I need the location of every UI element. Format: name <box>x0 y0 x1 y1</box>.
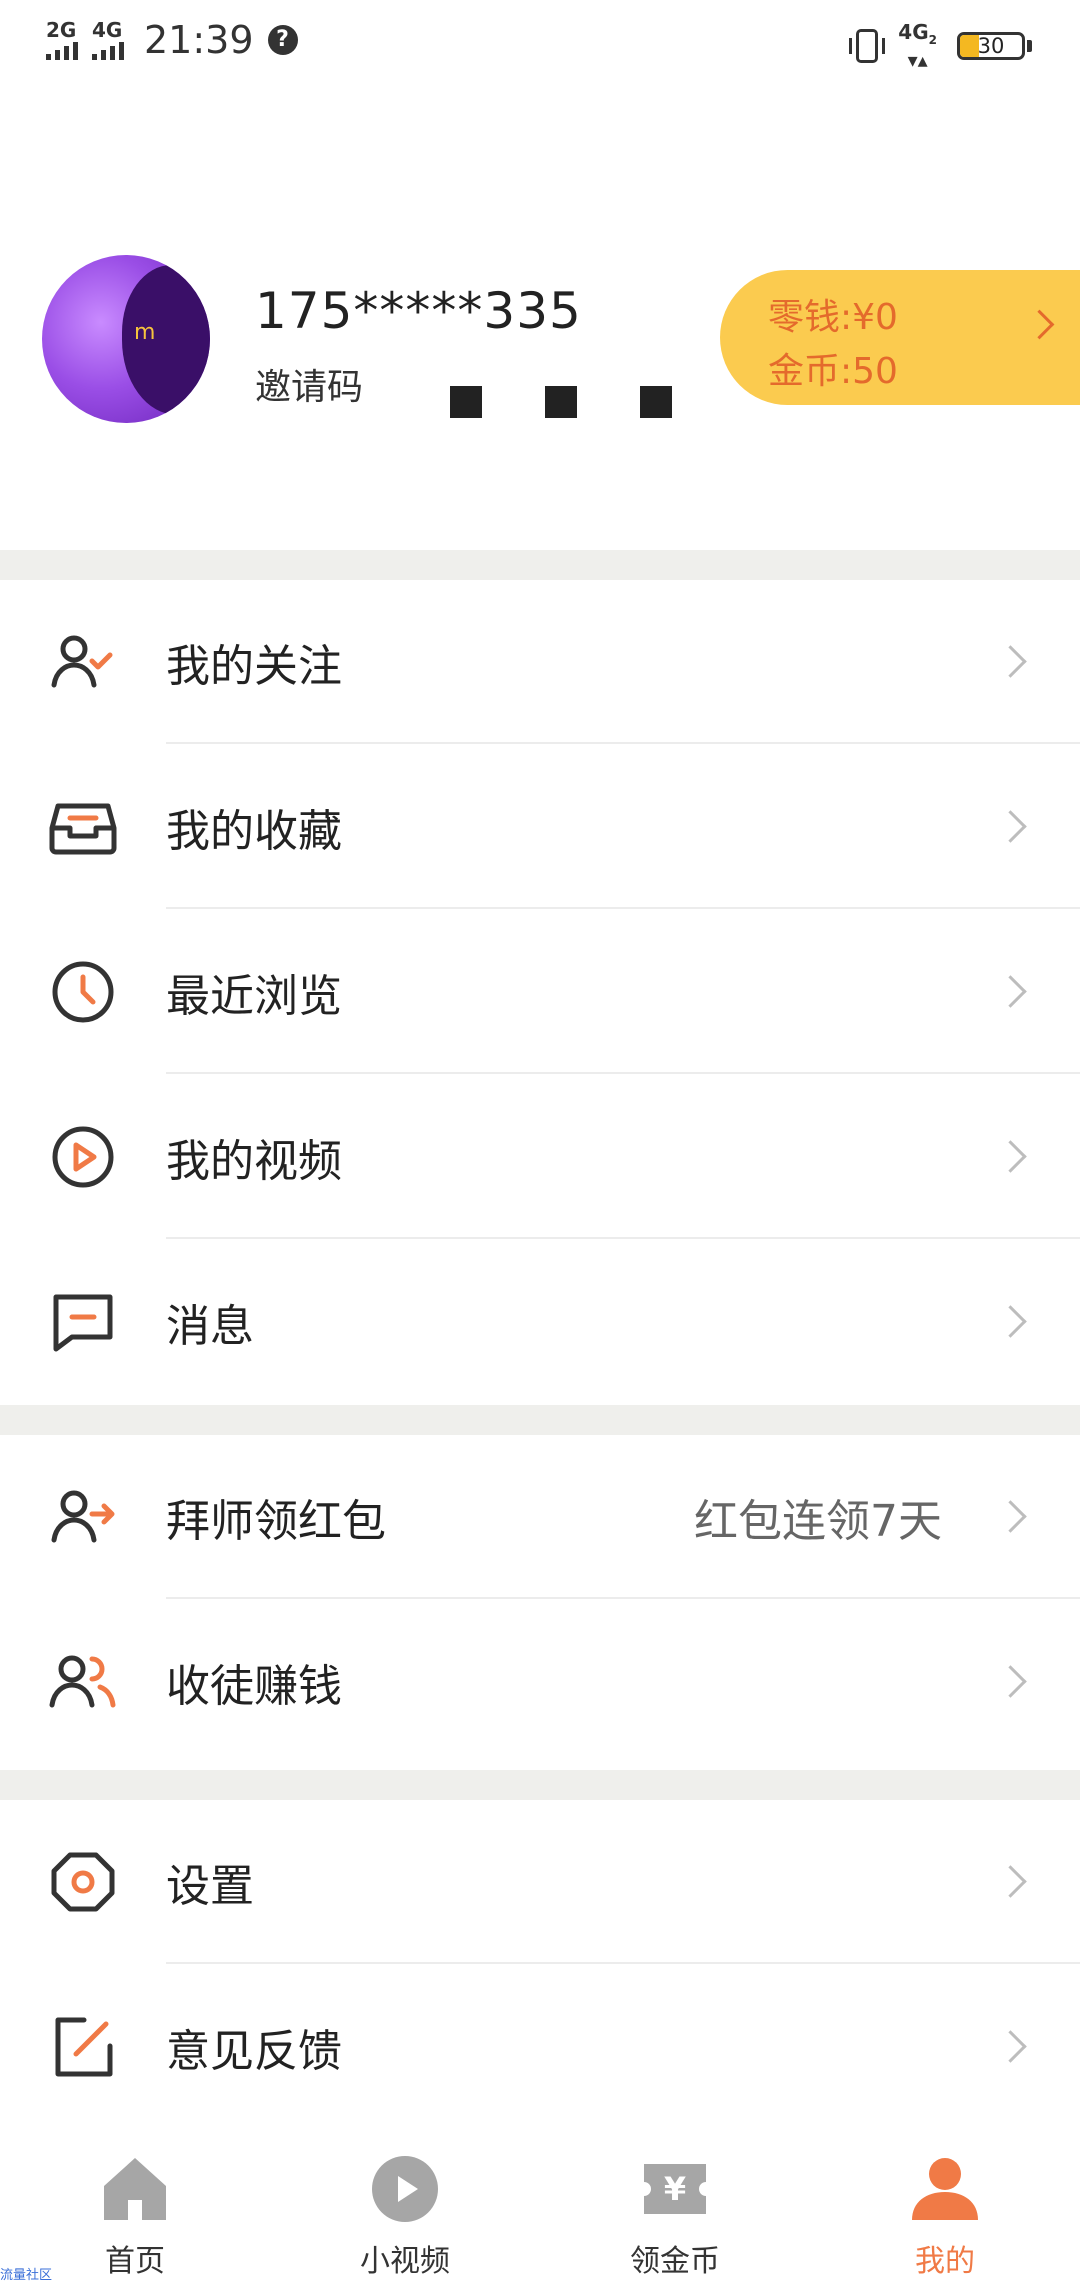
menu-item-hint: 红包连领7天 <box>694 1496 942 1547</box>
chevron-right-icon <box>994 1140 1027 1173</box>
inbox-icon <box>48 792 118 862</box>
row-separator <box>166 1072 1080 1074</box>
play-circle-icon <box>48 1122 118 1192</box>
menu-item-inbox[interactable]: 我的收藏 <box>0 745 1080 909</box>
nav-tab-play[interactable]: 小视频 <box>270 2118 540 2280</box>
menu-item-label: 我的关注 <box>166 641 342 692</box>
nav-tab-label: 小视频 <box>360 2244 450 2279</box>
battery-percent: 30 <box>977 34 1005 58</box>
play-icon <box>370 2154 440 2224</box>
wallet-card[interactable]: 零钱:¥0 金币:50 <box>720 270 1080 405</box>
nav-tab-label: 领金币 <box>630 2244 720 2279</box>
chevron-right-icon <box>994 1305 1027 1338</box>
menu-item-label: 最近浏览 <box>166 971 342 1022</box>
section-divider <box>0 1770 1080 1800</box>
battery-icon: 30 <box>957 32 1025 60</box>
menu-item-users[interactable]: 收徒赚钱 <box>0 1600 1080 1764</box>
user-check-icon <box>48 627 118 697</box>
chevron-right-icon <box>994 975 1027 1008</box>
menu-item-message[interactable]: 消息 <box>0 1240 1080 1404</box>
bottom-nav: 首页小视频 ¥ 领金币 我的 <box>0 2118 1080 2280</box>
settings-icon <box>48 1847 118 1917</box>
clock-icon <box>48 957 118 1027</box>
menu-item-user-arrow[interactable]: 拜师领红包 红包连领7天 <box>0 1435 1080 1599</box>
wallet-change: 零钱:¥0 <box>768 297 898 338</box>
chevron-right-icon <box>994 1665 1027 1698</box>
invite-code-label: 邀请码 <box>255 367 364 408</box>
mobile-data-icon: 4G2 ▾▴ <box>898 20 937 72</box>
nav-tab-coupon[interactable]: ¥ 领金币 <box>540 2118 810 2280</box>
network-type-label: 4G <box>92 18 123 42</box>
message-icon <box>48 1287 118 1357</box>
watermark: 流量社区 <box>0 2268 53 2283</box>
signal-strength-sim1: 2G <box>46 20 78 60</box>
menu-item-label: 设置 <box>166 1861 254 1912</box>
section-divider <box>0 1405 1080 1435</box>
menu-item-user-check[interactable]: 我的关注 <box>0 580 1080 744</box>
chevron-right-icon <box>994 810 1027 843</box>
chevron-right-icon <box>994 645 1027 678</box>
network-type-label: 2G <box>46 18 77 42</box>
menu-item-clock[interactable]: 最近浏览 <box>0 910 1080 1074</box>
wallet-coins: 金币:50 <box>768 351 898 392</box>
clock: 21:39 <box>144 18 254 62</box>
section-divider <box>0 550 1080 580</box>
chevron-right-icon <box>1024 309 1055 340</box>
edit-icon <box>48 2012 118 2082</box>
row-separator <box>166 907 1080 909</box>
menu-item-play-circle[interactable]: 我的视频 <box>0 1075 1080 1239</box>
row-separator <box>166 1597 1080 1599</box>
svg-text:¥: ¥ <box>664 2170 686 2208</box>
menu-item-label: 消息 <box>166 1301 254 1352</box>
menu-item-settings[interactable]: 设置 <box>0 1800 1080 1964</box>
nav-tab-person[interactable]: 我的 <box>810 2118 1080 2280</box>
menu-item-label: 意见反馈 <box>166 2026 342 2077</box>
chevron-right-icon <box>994 1865 1027 1898</box>
signal-strength-sim2: 4G <box>92 20 124 60</box>
person-icon <box>910 2154 980 2224</box>
coupon-icon: ¥ <box>640 2154 710 2224</box>
menu-item-label: 我的收藏 <box>166 806 342 857</box>
chevron-right-icon <box>994 1500 1027 1533</box>
menu-item-label: 拜师领红包 <box>166 1496 386 1547</box>
menu-item-label: 收徒赚钱 <box>166 1661 342 1712</box>
nav-tab-home[interactable]: 首页 <box>0 2118 270 2280</box>
users-icon <box>48 1647 118 1717</box>
menu-item-label: 我的视频 <box>166 1136 342 1187</box>
status-bar: 2G 4G 21:39 ? 4G2 ▾▴ 30 <box>0 0 1080 90</box>
question-icon: ? <box>267 25 298 55</box>
avatar[interactable]: m <box>42 255 210 423</box>
chevron-right-icon <box>994 2030 1027 2063</box>
row-separator <box>166 1962 1080 1964</box>
vibrate-icon <box>849 29 886 63</box>
user-arrow-icon <box>48 1482 118 1552</box>
home-icon <box>100 2154 170 2224</box>
row-separator <box>166 742 1080 744</box>
menu-item-edit[interactable]: 意见反馈 <box>0 1965 1080 2129</box>
row-separator <box>166 1237 1080 1239</box>
nav-tab-label: 我的 <box>915 2244 975 2279</box>
phone-number: 175*****335 <box>255 282 582 340</box>
profile-header: m 175*****335 邀请码 零钱:¥0 金币:50 <box>0 250 1080 430</box>
